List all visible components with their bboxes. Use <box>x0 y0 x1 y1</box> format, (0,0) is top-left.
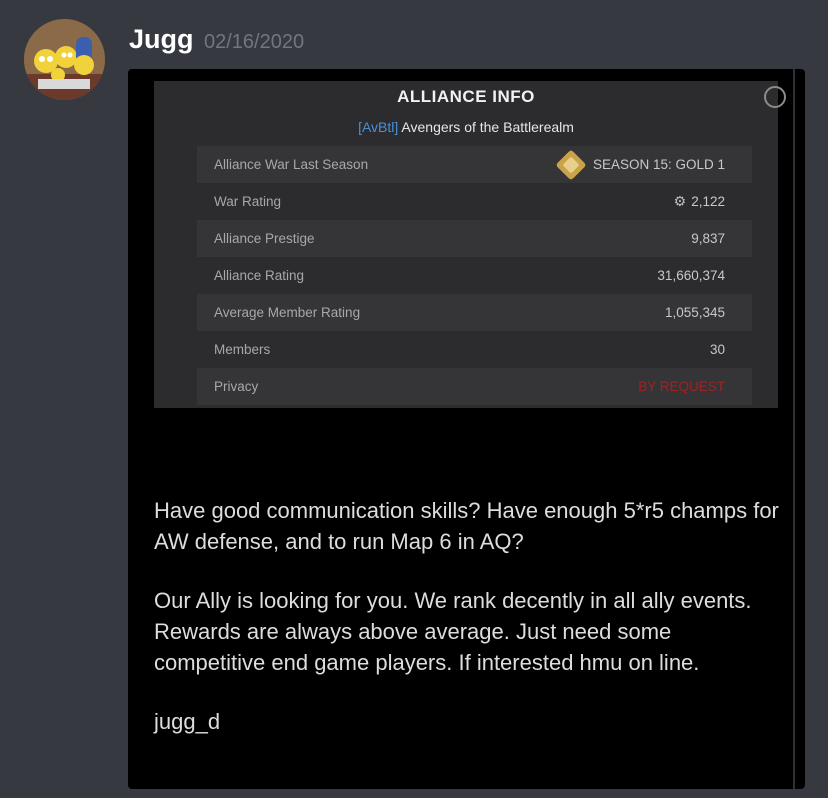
row-label: Alliance War Last Season <box>214 157 369 172</box>
message-paragraph: Our Ally is looking for you. We rank dec… <box>154 588 752 675</box>
table-row: Privacy BY REQUEST <box>197 368 752 405</box>
row-value: 1,055,345 <box>664 305 725 320</box>
privacy-value: BY REQUEST <box>638 379 725 394</box>
simpsons-family-avatar-icon <box>24 19 105 100</box>
message-timestamp: 02/16/2020 <box>204 31 305 53</box>
user-avatar[interactable] <box>24 19 105 100</box>
row-value: ⚙ 2,122 <box>674 193 725 210</box>
row-value: SEASON 15: GOLD 1 <box>555 148 725 181</box>
row-label: Average Member Rating <box>214 305 361 320</box>
message-body: Have good communication skills? Have eno… <box>154 495 784 765</box>
row-label: Alliance Rating <box>214 268 305 283</box>
table-row: Members 30 <box>197 331 752 368</box>
message-signature: jugg_d <box>154 709 221 734</box>
alliance-name-line: [AvBtl] Avengers of the Battlerealm <box>154 119 778 135</box>
row-label: War Rating <box>214 194 282 209</box>
row-label: Privacy <box>214 379 259 394</box>
row-label: Alliance Prestige <box>214 231 315 246</box>
alliance-name: Avengers of the Battlerealm <box>401 119 574 135</box>
alliance-info-title: ALLIANCE INFO <box>397 87 535 106</box>
table-row: Alliance War Last Season SEASON 15: GOLD… <box>197 146 752 183</box>
war-season-value: SEASON 15: GOLD 1 <box>592 157 725 172</box>
table-row: Alliance Rating 31,660,374 <box>197 257 752 294</box>
row-value: 9,837 <box>691 231 725 246</box>
war-rating-value: 2,122 <box>691 194 725 209</box>
message-embed: ALLIANCE INFO [AvBtl] Avengers of the Ba… <box>128 69 805 789</box>
close-icon <box>764 86 786 108</box>
gold-rank-badge-icon <box>555 148 587 181</box>
table-row: Alliance Prestige 9,837 <box>197 220 752 257</box>
row-value: 31,660,374 <box>657 268 725 283</box>
message-username[interactable]: Jugg <box>129 24 194 55</box>
message-paragraph: Have good communication skills? Have eno… <box>154 498 779 554</box>
alliance-tag: [AvBtl] <box>358 119 399 135</box>
alliance-info-table: Alliance War Last Season SEASON 15: GOLD… <box>197 146 752 405</box>
table-row: Average Member Rating 1,055,345 <box>197 294 752 331</box>
war-rating-icon: ⚙ <box>673 193 687 209</box>
row-label: Members <box>214 342 271 357</box>
embed-border <box>793 69 795 789</box>
row-value: 30 <box>709 342 725 357</box>
table-row: War Rating ⚙ 2,122 <box>197 183 752 220</box>
alliance-info-screenshot[interactable]: ALLIANCE INFO [AvBtl] Avengers of the Ba… <box>154 81 786 408</box>
